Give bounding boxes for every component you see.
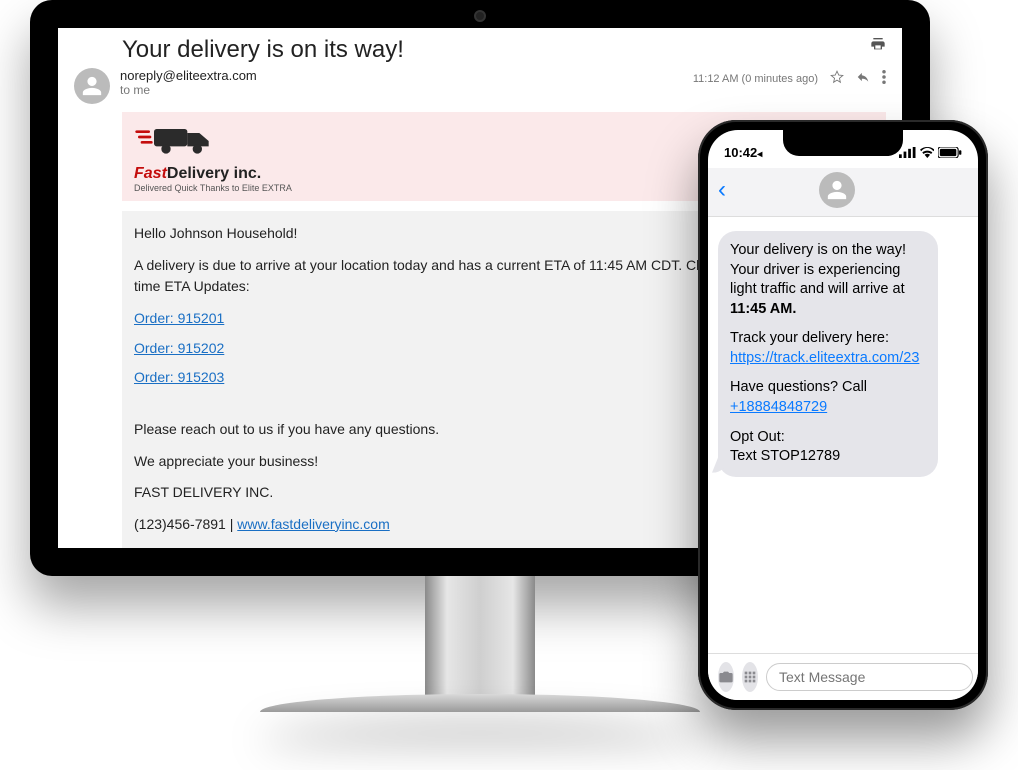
email-sender-row: noreply@eliteextra.com to me 11:12 AM (0…: [58, 68, 902, 112]
monitor-camera: [474, 10, 486, 22]
sms-questions-label: Have questions? Call: [730, 379, 867, 395]
sms-optout-text: Text STOP12789: [730, 448, 840, 464]
sms-line1a: Your delivery is on the way! Your driver…: [730, 242, 906, 297]
sms-phone-link[interactable]: +18884848729: [730, 399, 827, 415]
message-input[interactable]: [766, 663, 973, 691]
messages-area: Your delivery is on the way! Your driver…: [708, 217, 978, 653]
brand-name-rest: Delivery inc.: [167, 165, 261, 182]
sms-optout-label: Opt Out:: [730, 429, 785, 445]
recipient-line: to me: [120, 83, 683, 97]
contact-avatar: [819, 172, 855, 208]
sender-address: noreply@eliteextra.com: [120, 68, 683, 83]
battery-icon: [938, 147, 962, 158]
back-button[interactable]: ‹: [718, 176, 726, 204]
brand-name-fast: Fast: [134, 165, 167, 182]
phone-notch: [783, 130, 903, 156]
apps-button[interactable]: [742, 662, 758, 692]
contact-avatar-wrap[interactable]: [734, 172, 940, 208]
contact-phone: (123)456-7891 |: [134, 516, 237, 532]
email-subject: Your delivery is on its way!: [122, 36, 870, 64]
messages-header: ‹: [708, 168, 978, 217]
camera-button[interactable]: [718, 662, 734, 692]
email-timestamp: 11:12 AM (0 minutes ago): [693, 73, 818, 85]
email-meta: 11:12 AM (0 minutes ago): [693, 70, 886, 87]
website-link[interactable]: www.fastdeliveryinc.com: [237, 516, 390, 532]
sender-avatar: [74, 68, 110, 104]
sms-track-link[interactable]: https://track.eliteextra.com/23: [730, 350, 919, 366]
print-icon[interactable]: [870, 36, 886, 55]
star-icon[interactable]: [830, 70, 844, 87]
more-icon[interactable]: [882, 70, 886, 87]
signal-icon: [899, 147, 916, 158]
phone-screen: 10:42◂ ‹ Your delivery is on the way! Yo…: [708, 130, 978, 700]
monitor-stand-base: [260, 694, 700, 712]
sms-eta-bold: 11:45 AM.: [730, 301, 796, 317]
monitor-stand-neck: [425, 576, 535, 696]
status-right: [899, 147, 962, 158]
wifi-icon: [920, 147, 935, 158]
status-time: 10:42◂: [724, 145, 762, 160]
truck-icon: [134, 120, 214, 165]
sms-bubble: Your delivery is on the way! Your driver…: [718, 231, 938, 477]
sms-track-label: Track your delivery here:: [730, 330, 889, 346]
phone-device: 10:42◂ ‹ Your delivery is on the way! Yo…: [698, 120, 988, 710]
reply-icon[interactable]: [856, 70, 870, 87]
email-header-row: Your delivery is on its way!: [58, 28, 902, 68]
sender-block: noreply@eliteextra.com to me: [120, 68, 683, 97]
messages-input-bar: [708, 653, 978, 700]
